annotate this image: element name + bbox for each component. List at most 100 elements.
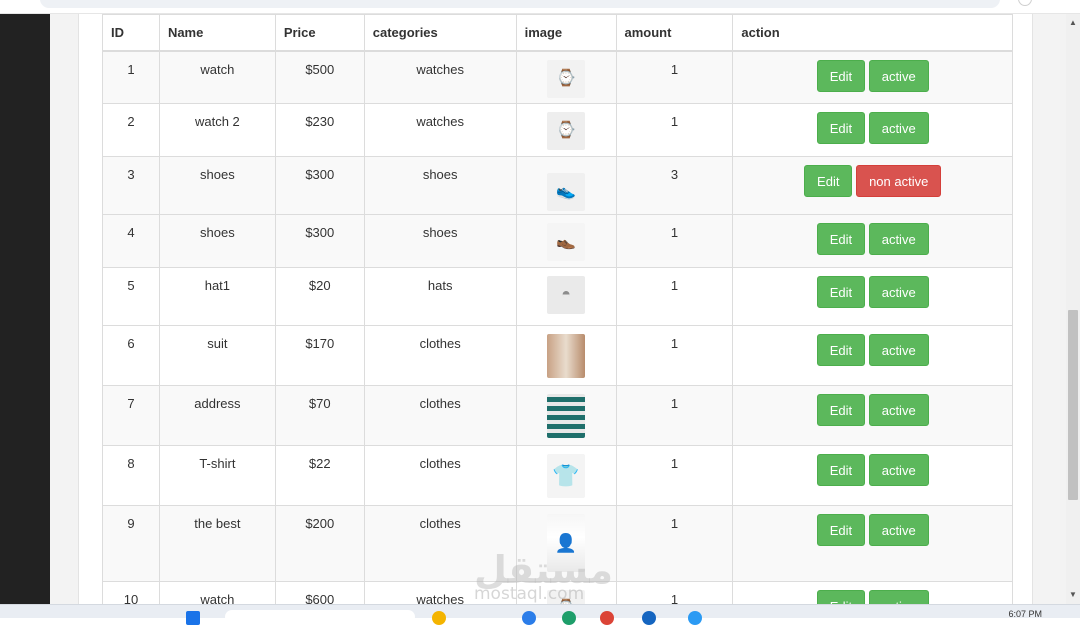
header-image: image	[515, 14, 617, 52]
cell-image: 👟	[515, 156, 617, 215]
cell-id: 9	[102, 505, 160, 582]
cell-action: Edit non active	[732, 156, 1013, 215]
cell-image	[515, 385, 617, 446]
edit-button[interactable]: Edit	[816, 223, 866, 255]
cell-price: $500	[274, 50, 365, 104]
cell-action: Edit active	[732, 214, 1013, 268]
cell-name: watch	[158, 581, 276, 604]
table-row: 7 address $70 clothes 1 Edit active	[102, 385, 1013, 446]
cell-price: $20	[274, 267, 365, 326]
scroll-down-icon[interactable]: ▼	[1066, 588, 1080, 602]
status-button[interactable]: non active	[856, 165, 942, 197]
status-button[interactable]: active	[868, 112, 929, 144]
edit-button[interactable]: Edit	[816, 334, 866, 366]
taskbar-search-box[interactable]	[225, 610, 415, 624]
shoes-brown-image: 👞	[547, 223, 586, 261]
cell-name: suit	[158, 325, 276, 386]
cell-action: Edit active	[732, 267, 1013, 326]
cell-amount: 1	[615, 581, 734, 604]
address-bar[interactable]	[40, 0, 1000, 8]
status-button[interactable]: active	[868, 454, 929, 486]
edit-button[interactable]: Edit	[816, 276, 866, 308]
store-icon[interactable]	[642, 611, 656, 625]
cell-price: $300	[274, 214, 365, 268]
cell-id: 7	[102, 385, 160, 446]
table-row: 8 T-shirt $22 clothes 👕 1 Edit active	[102, 445, 1013, 506]
cell-image: ⌚	[515, 103, 617, 157]
edge-browser-icon[interactable]	[562, 611, 576, 625]
vscode-icon[interactable]	[688, 611, 702, 625]
table-row: 1 watch $500 watches ⌚ 1 Edit active	[102, 50, 1013, 104]
windows-start-icon[interactable]	[186, 611, 200, 625]
scrollbar-thumb[interactable]	[1068, 310, 1078, 500]
cell-price: $22	[274, 445, 365, 506]
cell-amount: 1	[615, 50, 734, 104]
table-row: 6 suit $170 clothes 1 Edit active	[102, 325, 1013, 386]
cell-id: 6	[102, 325, 160, 386]
edit-button[interactable]: Edit	[816, 59, 866, 92]
cell-price: $230	[274, 103, 365, 157]
cell-id: 1	[102, 50, 160, 104]
cell-name: watch	[158, 50, 276, 104]
edit-button[interactable]: Edit	[816, 112, 866, 144]
cell-action: Edit active	[732, 505, 1013, 582]
page-content: ID Name Price categories image amount ac…	[50, 14, 1066, 604]
cell-amount: 3	[615, 156, 734, 215]
header-action: action	[732, 14, 1013, 52]
os-taskbar: 6:07 PM	[0, 604, 1080, 625]
table-header-row: ID Name Price categories image amount ac…	[102, 14, 1013, 52]
cell-id: 8	[102, 445, 160, 506]
cell-name: shoes	[158, 214, 276, 268]
cell-action: Edit active	[732, 445, 1013, 506]
cell-action: Edit active	[732, 385, 1013, 446]
cell-action: Edit active	[732, 581, 1013, 604]
profile-icon[interactable]	[1018, 0, 1032, 6]
file-explorer-icon[interactable]	[432, 611, 446, 625]
edit-button[interactable]: Edit	[804, 165, 853, 197]
patterned-dress-image	[547, 394, 586, 438]
edit-button[interactable]: Edit	[816, 514, 866, 546]
cell-image: 👕	[515, 445, 617, 506]
header-id: ID	[102, 14, 160, 52]
vertical-scrollbar[interactable]: ▲ ▼	[1066, 14, 1080, 604]
watch-silver-image: ⌚	[547, 59, 586, 98]
suit-model-image	[547, 334, 586, 378]
edit-button[interactable]: Edit	[816, 454, 866, 486]
products-table: ID Name Price categories image amount ac…	[102, 14, 1013, 604]
cell-id: 5	[102, 267, 160, 326]
status-button[interactable]: active	[868, 223, 929, 255]
cell-price: $300	[274, 156, 365, 215]
cell-action: Edit active	[732, 325, 1013, 386]
cell-action: Edit active	[732, 103, 1013, 157]
cell-image: ⌚	[515, 50, 617, 104]
scroll-up-icon[interactable]: ▲	[1066, 16, 1080, 30]
cell-price: $600	[274, 581, 365, 604]
cell-id: 4	[102, 214, 160, 268]
cell-id: 10	[102, 581, 160, 604]
status-button[interactable]: active	[868, 514, 929, 546]
tshirt-black-image: 👕	[547, 454, 586, 498]
cell-category: clothes	[363, 445, 517, 506]
cell-category: shoes	[363, 214, 517, 268]
edit-button[interactable]: Edit	[816, 394, 866, 426]
status-button[interactable]: active	[868, 276, 929, 308]
app-icon[interactable]	[522, 611, 536, 625]
status-button[interactable]: active	[868, 394, 929, 426]
cell-amount: 1	[615, 214, 734, 268]
edit-button[interactable]: Edit	[816, 590, 866, 604]
cell-name: watch 2	[158, 103, 276, 157]
chrome-browser-icon[interactable]	[600, 611, 614, 625]
cell-category: watches	[363, 50, 517, 104]
header-name: Name	[158, 14, 276, 52]
sneaker-black-image: 👟	[547, 173, 586, 211]
cell-name: the best	[158, 505, 276, 582]
cell-amount: 1	[615, 267, 734, 326]
status-button[interactable]: active	[868, 59, 929, 92]
left-dark-sidebar	[0, 14, 50, 604]
status-button[interactable]: active	[868, 334, 929, 366]
status-button[interactable]: active	[868, 590, 929, 604]
cell-name: T-shirt	[158, 445, 276, 506]
cell-price: $70	[274, 385, 365, 446]
cell-image	[515, 325, 617, 386]
cell-category: clothes	[363, 385, 517, 446]
